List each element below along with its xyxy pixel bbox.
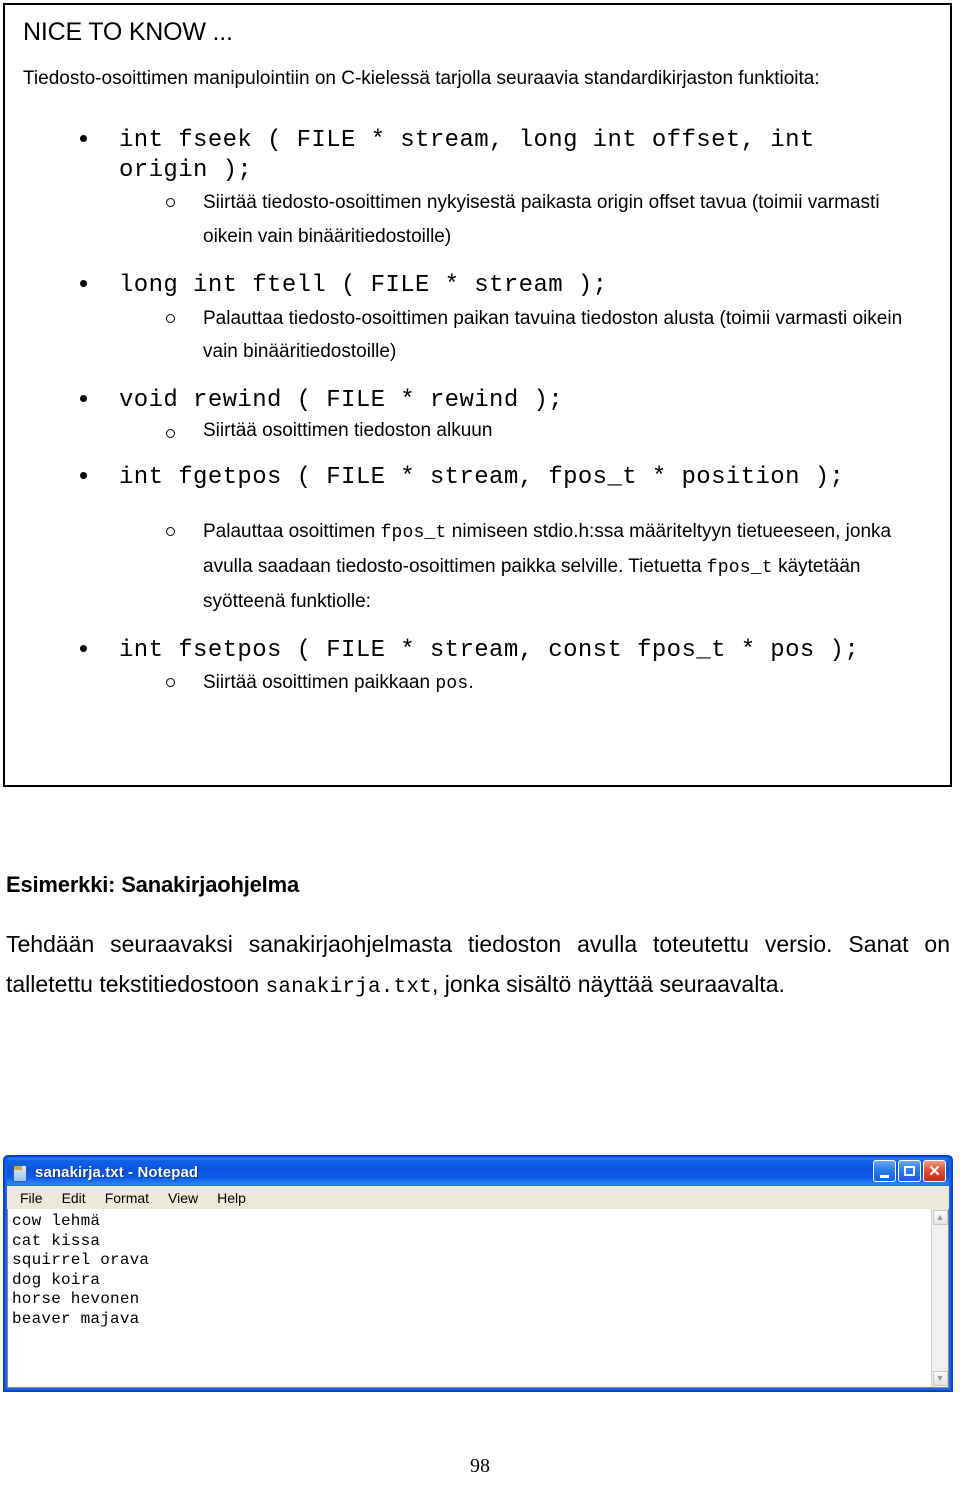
section-body: Tehdään seuraavaksi sanakirjaohjelmasta …: [6, 924, 950, 1007]
list-item-note: Siirtää osoittimen paikkaan pos.: [23, 666, 936, 701]
sub-bullet-circle-icon: [166, 313, 175, 323]
list-item-note: Palauttaa osoittimen fpos_t nimiseen std…: [23, 515, 936, 618]
bullet-dot-icon: [80, 472, 87, 480]
inline-text: Siirtää osoittimen paikkaan: [203, 672, 436, 694]
page-number: 98: [470, 1455, 490, 1477]
maximize-icon: [904, 1166, 915, 1176]
inline-text: Palauttaa osoittimen: [203, 521, 381, 543]
inline-code: fpos_t: [380, 523, 447, 544]
list-item: long int ftell ( FILE * stream );: [23, 271, 936, 301]
list-item: int fsetpos ( FILE * stream, const fpos_…: [23, 636, 936, 666]
maximize-button[interactable]: [898, 1160, 921, 1182]
sub-bullet-circle-icon: [166, 527, 175, 537]
callout-intro-paragraph: Tiedosto-osoittimen manipulointiin on C-…: [23, 68, 820, 90]
note-text: Siirtää osoittimen paikkaan pos.: [203, 666, 936, 701]
menu-item-format[interactable]: Format: [97, 1188, 157, 1208]
list-item: int fgetpos ( FILE * stream, fpos_t * po…: [23, 463, 936, 493]
sub-bullet-circle-icon: [166, 428, 175, 438]
list-item-note: Siirtää tiedosto-osoittimen nykyisestä p…: [23, 186, 936, 253]
notepad-document-icon: [11, 1164, 28, 1182]
inline-code: sanakirja.txt: [265, 976, 432, 1000]
inline-code: fpos_t: [706, 558, 773, 579]
list-item: int fseek ( FILE * stream, long int offs…: [23, 126, 936, 186]
notepad-window[interactable]: sanakirja.txt - Notepad ✕ File Edit Form…: [3, 1155, 953, 1392]
list-item: void rewind ( FILE * rewind );: [23, 386, 936, 416]
sub-bullet-circle-icon: [166, 678, 175, 688]
example-section: Esimerkki: Sanakirjaohjelma Tehdään seur…: [6, 872, 950, 1007]
note-text: Siirtää osoittimen tiedoston alkuun: [203, 419, 493, 441]
bullet-dot-icon: [80, 395, 87, 403]
close-button[interactable]: ✕: [923, 1160, 946, 1182]
vertical-scrollbar[interactable]: ▲ ▼: [931, 1209, 948, 1387]
menu-item-edit[interactable]: Edit: [54, 1188, 94, 1208]
minimize-button[interactable]: [873, 1160, 896, 1182]
notepad-window-title: sanakirja.txt - Notepad: [35, 1163, 199, 1181]
list-item-note: Siirtää osoittimen tiedoston alkuun: [23, 417, 936, 446]
minimize-icon: [880, 1174, 889, 1178]
nice-to-know-callout-box: NICE TO KNOW ... Tiedosto-osoittimen man…: [3, 3, 952, 787]
code-signature: long int ftell ( FILE * stream );: [119, 272, 608, 300]
code-signature: int fgetpos ( FILE * stream, fpos_t * po…: [119, 464, 845, 492]
notepad-title-bar[interactable]: sanakirja.txt - Notepad ✕: [7, 1158, 949, 1186]
bullet-dot-icon: [80, 645, 87, 653]
notepad-text-area[interactable]: cow lehmä cat kissa squirrel orava dog k…: [8, 1209, 931, 1387]
code-signature: void rewind ( FILE * rewind );: [119, 387, 564, 415]
sub-bullet-circle-icon: [166, 198, 175, 208]
inline-text: .: [468, 672, 474, 694]
notepad-client-area[interactable]: cow lehmä cat kissa squirrel orava dog k…: [7, 1209, 949, 1388]
code-signature: int fsetpos ( FILE * stream, const fpos_…: [119, 637, 860, 665]
note-text: Siirtää tiedosto-osoittimen nykyisestä p…: [203, 192, 880, 247]
notepad-menu-bar[interactable]: File Edit Format View Help: [7, 1186, 949, 1209]
scroll-down-arrow-icon[interactable]: ▼: [932, 1371, 948, 1386]
window-controls[interactable]: ✕: [873, 1160, 946, 1182]
menu-item-file[interactable]: File: [12, 1188, 51, 1208]
close-icon: ✕: [928, 1162, 941, 1180]
note-text: Palauttaa tiedosto-osoittimen paikan tav…: [203, 307, 903, 362]
scroll-up-arrow-icon[interactable]: ▲: [932, 1210, 948, 1225]
bullet-dot-icon: [80, 280, 87, 288]
code-signature: int fseek ( FILE * stream, long int offs…: [119, 126, 815, 185]
bullet-dot-icon: [80, 134, 87, 142]
note-text: Palauttaa osoittimen fpos_t nimiseen std…: [203, 515, 936, 618]
inline-code: pos: [435, 674, 469, 695]
section-title: Esimerkki: Sanakirjaohjelma: [6, 872, 299, 897]
menu-item-help[interactable]: Help: [209, 1188, 254, 1208]
inline-text: , jonka sisältö näyttää seuraavalta.: [432, 971, 785, 998]
list-item-note: Palauttaa tiedosto-osoittimen paikan tav…: [23, 302, 936, 369]
callout-heading: NICE TO KNOW ...: [23, 18, 233, 46]
menu-item-view[interactable]: View: [160, 1188, 206, 1208]
